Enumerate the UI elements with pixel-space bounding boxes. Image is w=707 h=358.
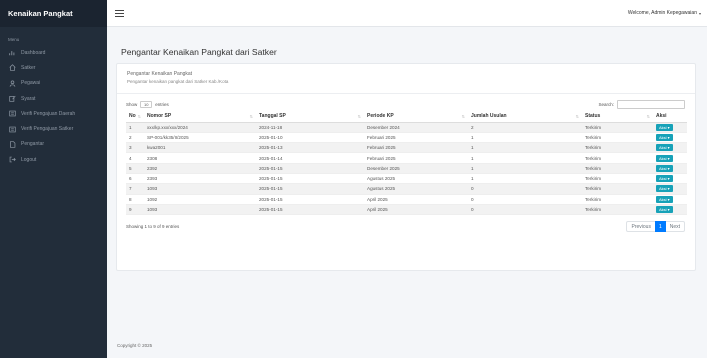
user-icon xyxy=(8,79,17,88)
sidebar-item-label: Logout xyxy=(21,156,37,163)
sidebar: Kenaikan Pangkat Menu Dashboard Satker P… xyxy=(0,0,107,358)
column-header-periode-kp[interactable]: Periode KP ⇅ xyxy=(364,111,468,123)
pagination: Previous 1 Next xyxy=(626,221,685,233)
aksi-button[interactable]: Aksi ▾ xyxy=(656,154,673,162)
sidebar-item-label: Satker xyxy=(21,64,36,71)
table-row: 5 2392 2025-01-15 Desember 2025 1 Terkirim Ak… xyxy=(126,163,687,174)
welcome-text: Welcome, Admin Kepegawaian xyxy=(627,10,697,16)
pagination-next[interactable]: Next xyxy=(666,221,684,232)
aksi-button[interactable]: Aksi ▾ xyxy=(656,164,673,172)
table-row: 4 2308 2025-01-14 Februari 2025 1 Terkirim Ak… xyxy=(126,152,687,164)
aksi-button[interactable]: Aksi ▾ xyxy=(656,206,673,214)
length-control: Show 10 entries xyxy=(126,100,169,108)
edit-icon xyxy=(8,94,17,103)
card-title: Pengantar Kenaikan Pangkat xyxy=(127,71,193,77)
search-label: Search: xyxy=(598,101,614,107)
search-control: Search: xyxy=(598,99,685,109)
chart-icon xyxy=(8,48,17,57)
sort-icon: ⇅ xyxy=(575,114,579,119)
table-row: 8 1092 2025-01-15 April 2025 0 Terkirim Aksi … xyxy=(126,194,687,205)
footer-copyright: Copyright © 2025 xyxy=(117,343,153,348)
sidebar-item-syarat[interactable]: Syarat xyxy=(0,91,107,106)
column-header-tanggal-sp[interactable]: Tanggal SP ⇅ xyxy=(256,111,364,123)
sidebar-item-dashboard[interactable]: Dashboard xyxy=(0,45,107,60)
sidebar-item-verifi-daerah[interactable]: Verifi Pengajuan Daerah xyxy=(0,106,107,121)
sort-icon: ⇅ xyxy=(461,114,465,119)
sort-icon: ⇅ xyxy=(357,114,361,119)
table-header-row: No ⇅ Nomor SP ⇅ Tanggal SP ⇅ Periode KP ⇅ Ju… xyxy=(126,111,687,123)
sidebar-item-verifi-satker[interactable]: Verifi Pengajuan Satker xyxy=(0,121,107,136)
pagination-page-1[interactable]: 1 xyxy=(654,221,666,233)
user-menu[interactable]: Welcome, Admin Kepegawaian ▾ xyxy=(628,10,701,16)
datatable-footer: Showing 1 to 9 of 9 entries Previous 1 N… xyxy=(126,221,685,233)
column-header-nomor-sp[interactable]: Nomor SP ⇅ xyxy=(144,111,256,123)
pengantar-card: Pengantar Kenaikan Pangkat Pengantar ken… xyxy=(116,63,696,271)
table-row: 6 2393 2025-01-15 Agustus 2025 1 Terkirim Aks… xyxy=(126,173,687,185)
aksi-button[interactable]: Aksi ▾ xyxy=(656,133,673,141)
entries-label: entries xyxy=(155,101,169,107)
show-label: Show xyxy=(126,101,138,107)
list-icon xyxy=(8,109,17,118)
aksi-button[interactable]: Aksi ▾ xyxy=(656,195,673,203)
table-row: 3 kwa2001 2025-01-13 Februari 2025 1 Terkirim… xyxy=(126,142,687,154)
pagination-previous[interactable]: Previous xyxy=(627,221,654,232)
sidebar-item-pengantar[interactable]: Pengantar xyxy=(0,137,107,152)
logout-icon xyxy=(8,155,17,164)
sidebar-item-label: Pengantar xyxy=(21,141,45,148)
table-info: Showing 1 to 9 of 9 entries xyxy=(126,224,180,230)
table-row: 1 xxx/kp.xxx/xxx/2024 2024-11-18 Desember 2… xyxy=(126,122,687,133)
chevron-down-icon: ▾ xyxy=(698,10,701,16)
sidebar-item-logout[interactable]: Logout xyxy=(0,152,107,167)
list-icon xyxy=(8,125,17,134)
sort-icon: ⇅ xyxy=(137,114,141,119)
sort-icon: ⇅ xyxy=(249,114,253,119)
sidebar-item-label: Verifi Pengajuan Daerah xyxy=(21,110,76,117)
table-row: 2 SP-001/kk35/II/2025 2025-01-10 Februari 2… xyxy=(126,132,687,144)
column-header-no[interactable]: No ⇅ xyxy=(126,111,144,123)
sort-icon: ⇅ xyxy=(646,114,650,119)
table-row: 9 1093 2025-01-15 April 2025 0 Terkirim Aksi … xyxy=(126,204,687,216)
table-row: 7 1093 2025-01-15 Agustus 2025 0 Terkirim Aks… xyxy=(126,183,687,195)
aksi-button[interactable]: Aksi ▾ xyxy=(656,144,673,152)
sidebar-item-pegawai[interactable]: Pegawai xyxy=(0,76,107,91)
column-header-jumlah-usulan[interactable]: Jumlah Usulan ⇅ xyxy=(468,111,582,123)
sidebar-item-label: Verifi Pengajuan Satker xyxy=(21,126,74,133)
sidebar-item-label: Dashboard xyxy=(21,49,46,56)
menu-toggle-icon[interactable] xyxy=(115,9,124,17)
table-body: 1 xxx/kp.xxx/xxx/2024 2024-11-18 Desember 2… xyxy=(126,122,687,216)
card-body: Show 10 entries Search: No ⇅ Nomor SP ⇅ Ta… xyxy=(117,94,695,233)
pengantar-table: No ⇅ Nomor SP ⇅ Tanggal SP ⇅ Periode KP ⇅ Ju… xyxy=(126,111,687,216)
menu-label: Menu xyxy=(8,37,20,42)
home-icon xyxy=(8,63,17,72)
topbar: Welcome, Admin Kepegawaian ▾ xyxy=(107,0,707,27)
aksi-button[interactable]: Aksi ▾ xyxy=(656,123,673,131)
card-header: Pengantar Kenaikan Pangkat Pengantar ken… xyxy=(117,64,695,94)
document-icon xyxy=(8,140,17,149)
sidebar-item-label: Pegawai xyxy=(21,80,41,87)
card-subtitle: Pengantar kenaikan pangkat dari Satker K… xyxy=(127,79,229,84)
entries-select[interactable]: 10 xyxy=(140,100,153,108)
column-header-status[interactable]: Status ⇅ xyxy=(582,111,653,123)
aksi-button[interactable]: Aksi ▾ xyxy=(656,175,673,183)
aksi-button[interactable]: Aksi ▾ xyxy=(656,185,673,193)
sidebar-item-label: Syarat xyxy=(21,95,36,102)
brand-title[interactable]: Kenaikan Pangkat xyxy=(0,0,107,27)
search-input[interactable] xyxy=(617,99,685,109)
sidebar-item-satker[interactable]: Satker xyxy=(0,60,107,75)
datatable-controls: Show 10 entries Search: xyxy=(126,98,685,110)
page-title: Pengantar Kenaikan Pangkat dari Satker xyxy=(121,47,277,57)
column-header-aksi: Aksi xyxy=(653,111,687,123)
